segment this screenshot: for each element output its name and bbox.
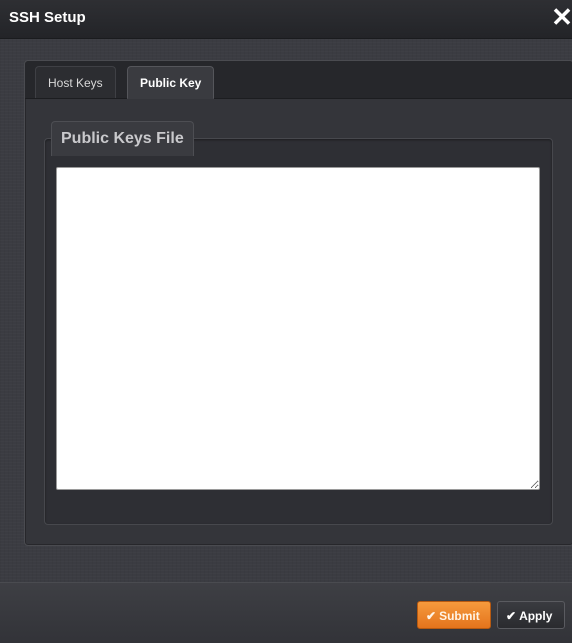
ssh-setup-dialog: SSH Setup ✕ Host Keys Public Key Public … [0, 0, 572, 643]
checkmark-icon: ✔ [426, 609, 437, 623]
close-icon[interactable]: ✕ [550, 2, 572, 32]
title-bar: SSH Setup ✕ [0, 0, 572, 39]
dialog-title: SSH Setup [9, 9, 86, 26]
tab-public-key[interactable]: Public Key [127, 66, 215, 99]
apply-button[interactable]: ✔ Apply [497, 601, 565, 629]
public-keys-textarea[interactable] [56, 167, 540, 490]
apply-label: Apply [519, 609, 553, 623]
tab-strip: Host Keys Public Key [25, 61, 572, 99]
public-keys-file-legend: Public Keys File [51, 121, 194, 156]
submit-label: Submit [439, 609, 480, 623]
tab-host-keys[interactable]: Host Keys [35, 66, 116, 98]
checkmark-icon: ✔ [506, 609, 517, 623]
submit-button[interactable]: ✔ Submit [417, 601, 491, 629]
